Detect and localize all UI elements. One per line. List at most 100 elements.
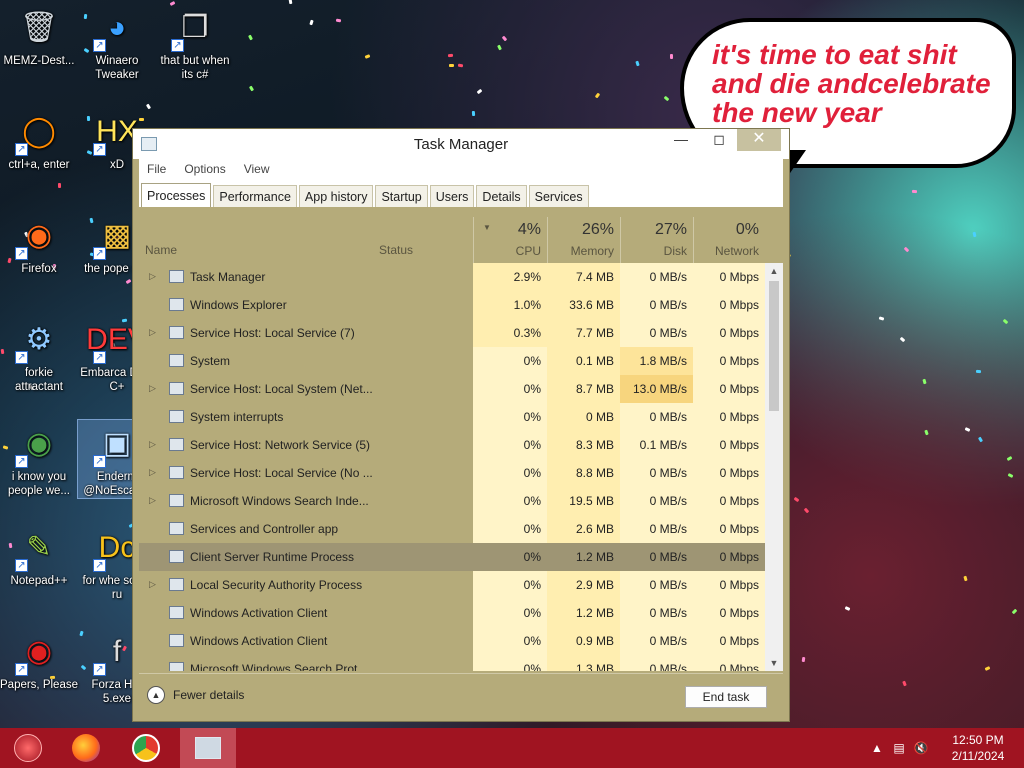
process-name: Service Host: Local System (Net... (190, 382, 373, 396)
tab-users[interactable]: Users (429, 185, 475, 207)
taskbar-firefox[interactable] (58, 728, 114, 768)
confetti-piece (501, 35, 508, 42)
desktop-icon[interactable]: ◕ ↗ Winaero Tweaker (78, 4, 156, 82)
confetti-piece (963, 575, 968, 582)
show-hidden-icons-icon[interactable]: ▲ (866, 741, 888, 755)
shortcut-arrow-icon: ↗ (15, 455, 28, 468)
tab-details[interactable]: Details (476, 185, 527, 207)
network-label: Network (714, 244, 759, 258)
expand-chevron-icon[interactable]: ▷ (149, 495, 156, 506)
process-row[interactable]: System 0% 0.1 MB 1.8 MB/s 0 Mbps (139, 347, 765, 375)
desktop-icon[interactable]: ✎ ↗ Notepad++ (0, 524, 78, 588)
process-row[interactable]: Windows Explorer 1.0% 33.6 MB 0 MB/s 0 Mbps (139, 291, 765, 319)
confetti-piece (594, 92, 601, 99)
desktop-icon[interactable]: 🗑 MEMZ-Dest... (0, 4, 78, 68)
network-value: 0 Mbps (693, 571, 765, 599)
cpu-value: 0% (473, 347, 547, 375)
menu-view[interactable]: View (244, 162, 270, 176)
memory-value: 19.5 MB (547, 487, 620, 515)
scroll-up-icon[interactable]: ▲ (765, 263, 783, 279)
process-row[interactable]: ▷ Service Host: Local System (Net... 0% 8.7… (139, 375, 765, 403)
desktop-icon[interactable]: ◯ ↗ ctrl+a, enter (0, 108, 78, 172)
expand-chevron-icon[interactable]: ▷ (149, 327, 156, 338)
disk-value: 0 MB/s (620, 627, 693, 655)
scroll-down-icon[interactable]: ▼ (765, 655, 783, 671)
process-row[interactable]: ▷ Local Security Authority Process 0% 2.9 M… (139, 571, 765, 599)
scroll-thumb[interactable] (769, 281, 779, 411)
confetti-piece (902, 680, 907, 687)
tab-services[interactable]: Services (528, 185, 589, 207)
desktop-icon[interactable]: ⚙ ↗ forkie attractant (0, 316, 78, 394)
volume-muted-icon[interactable]: 🔇 (910, 741, 932, 755)
tab-startup[interactable]: Startup (375, 185, 428, 207)
shortcut-arrow-icon: ↗ (93, 143, 106, 156)
process-row[interactable]: ▷ Task Manager 2.9% 7.4 MB 0 MB/s 0 Mbps (139, 263, 765, 291)
close-button[interactable]: ✕ (737, 129, 781, 151)
process-row[interactable]: ▷ Service Host: Network Service (5) 0% 8.3 … (139, 431, 765, 459)
disk-value: 0 MB/s (620, 459, 693, 487)
disk-value: 13.0 MB/s (620, 375, 693, 403)
memory-label: Memory (570, 244, 614, 258)
desktop-icon[interactable]: ❐ ↗ that but when its c# (156, 4, 234, 82)
maximize-button[interactable]: ◻ (703, 129, 735, 151)
memory-value: 7.4 MB (547, 263, 620, 291)
taskbar-task-manager[interactable] (180, 728, 236, 768)
process-row[interactable]: Services and Controller app 0% 2.6 MB 0 MB/… (139, 515, 765, 543)
menu-file[interactable]: File (147, 162, 166, 176)
process-name: System (190, 354, 231, 368)
column-header-memory[interactable]: 26% Memory (547, 217, 620, 267)
desktop-icon[interactable]: ◉ ↗ i know you people we... (0, 420, 78, 498)
network-icon[interactable]: ▤ (888, 741, 910, 755)
process-name: Windows Activation Client (190, 634, 328, 648)
disk-value: 0 MB/s (620, 599, 693, 627)
tab-processes[interactable]: Processes (141, 183, 212, 207)
process-row[interactable]: Windows Activation Client 0% 1.2 MB 0 MB/s 0… (139, 599, 765, 627)
memory-value: 1.3 MB (547, 655, 620, 671)
column-header-disk[interactable]: 27% Disk (620, 217, 693, 267)
process-icon (169, 606, 184, 619)
column-header-cpu[interactable]: 4% CPU (473, 217, 547, 267)
desktop-icon[interactable]: ◉ ↗ Firefox (0, 212, 78, 276)
end-task-button[interactable]: End task (685, 686, 767, 708)
column-header-name[interactable]: Name (145, 243, 177, 257)
shortcut-arrow-icon: ↗ (15, 559, 28, 572)
expand-chevron-icon[interactable]: ▷ (149, 271, 156, 282)
minimize-button[interactable]: — (665, 129, 697, 151)
taskbar-chrome[interactable] (118, 728, 174, 768)
column-header-network[interactable]: 0% Network (693, 217, 765, 267)
expand-chevron-icon[interactable]: ▷ (149, 439, 156, 450)
vertical-scrollbar[interactable]: ▲ ▼ (765, 263, 783, 671)
process-rows: ▷ Task Manager 2.9% 7.4 MB 0 MB/s 0 Mbps Windo… (139, 263, 765, 671)
process-row[interactable]: ▷ Microsoft Windows Search Inde... 0% 19.5 … (139, 487, 765, 515)
process-row[interactable]: ▷ Service Host: Local Service (7) 0.3% 7.7 … (139, 319, 765, 347)
process-name: Service Host: Local Service (7) (190, 326, 355, 340)
process-row[interactable]: Microsoft Windows Search Prot... 0% 1.3 MB… (139, 655, 765, 671)
confetti-piece (364, 54, 371, 59)
tab-performance[interactable]: Performance (213, 185, 297, 207)
cpu-value: 0% (473, 627, 547, 655)
process-row[interactable]: System interrupts 0% 0 MB 0 MB/s 0 Mbps (139, 403, 765, 431)
expand-chevron-icon[interactable]: ▷ (149, 579, 156, 590)
desktop-icon-label: Firefox (21, 263, 57, 275)
menu-options[interactable]: Options (184, 162, 225, 176)
process-row[interactable]: Client Server Runtime Process 0% 1.2 MB 0 M… (139, 543, 765, 571)
desktop-icon-label: ctrl+a, enter (8, 159, 70, 171)
fewer-details-button[interactable]: ▲ Fewer details (147, 686, 244, 704)
confetti-piece (903, 246, 910, 253)
expand-chevron-icon[interactable]: ▷ (149, 383, 156, 394)
tab-app-history[interactable]: App history (298, 185, 374, 207)
expand-chevron-icon[interactable]: ▷ (149, 467, 156, 478)
process-name: System interrupts (190, 410, 284, 424)
title-bar[interactable]: Task Manager — ◻ ✕ (133, 129, 789, 159)
column-header-status[interactable]: Status (379, 243, 413, 257)
clock[interactable]: 12:50 PM 2/11/2024 (932, 732, 1024, 764)
process-row[interactable]: Windows Activation Client 0% 0.9 MB 0 MB/s 0… (139, 627, 765, 655)
desktop-icon[interactable]: ◉ ↗ Papers, Please (0, 628, 78, 692)
windows-stack-icon: ❐ ↗ (171, 4, 219, 52)
start-button[interactable] (0, 728, 56, 768)
process-row[interactable]: ▷ Service Host: Local Service (No ... 0% 8.… (139, 459, 765, 487)
memory-value: 0.9 MB (547, 627, 620, 655)
disk-value: 0 MB/s (620, 655, 693, 671)
fewer-details-label: Fewer details (173, 688, 245, 702)
confetti-piece (125, 278, 132, 285)
